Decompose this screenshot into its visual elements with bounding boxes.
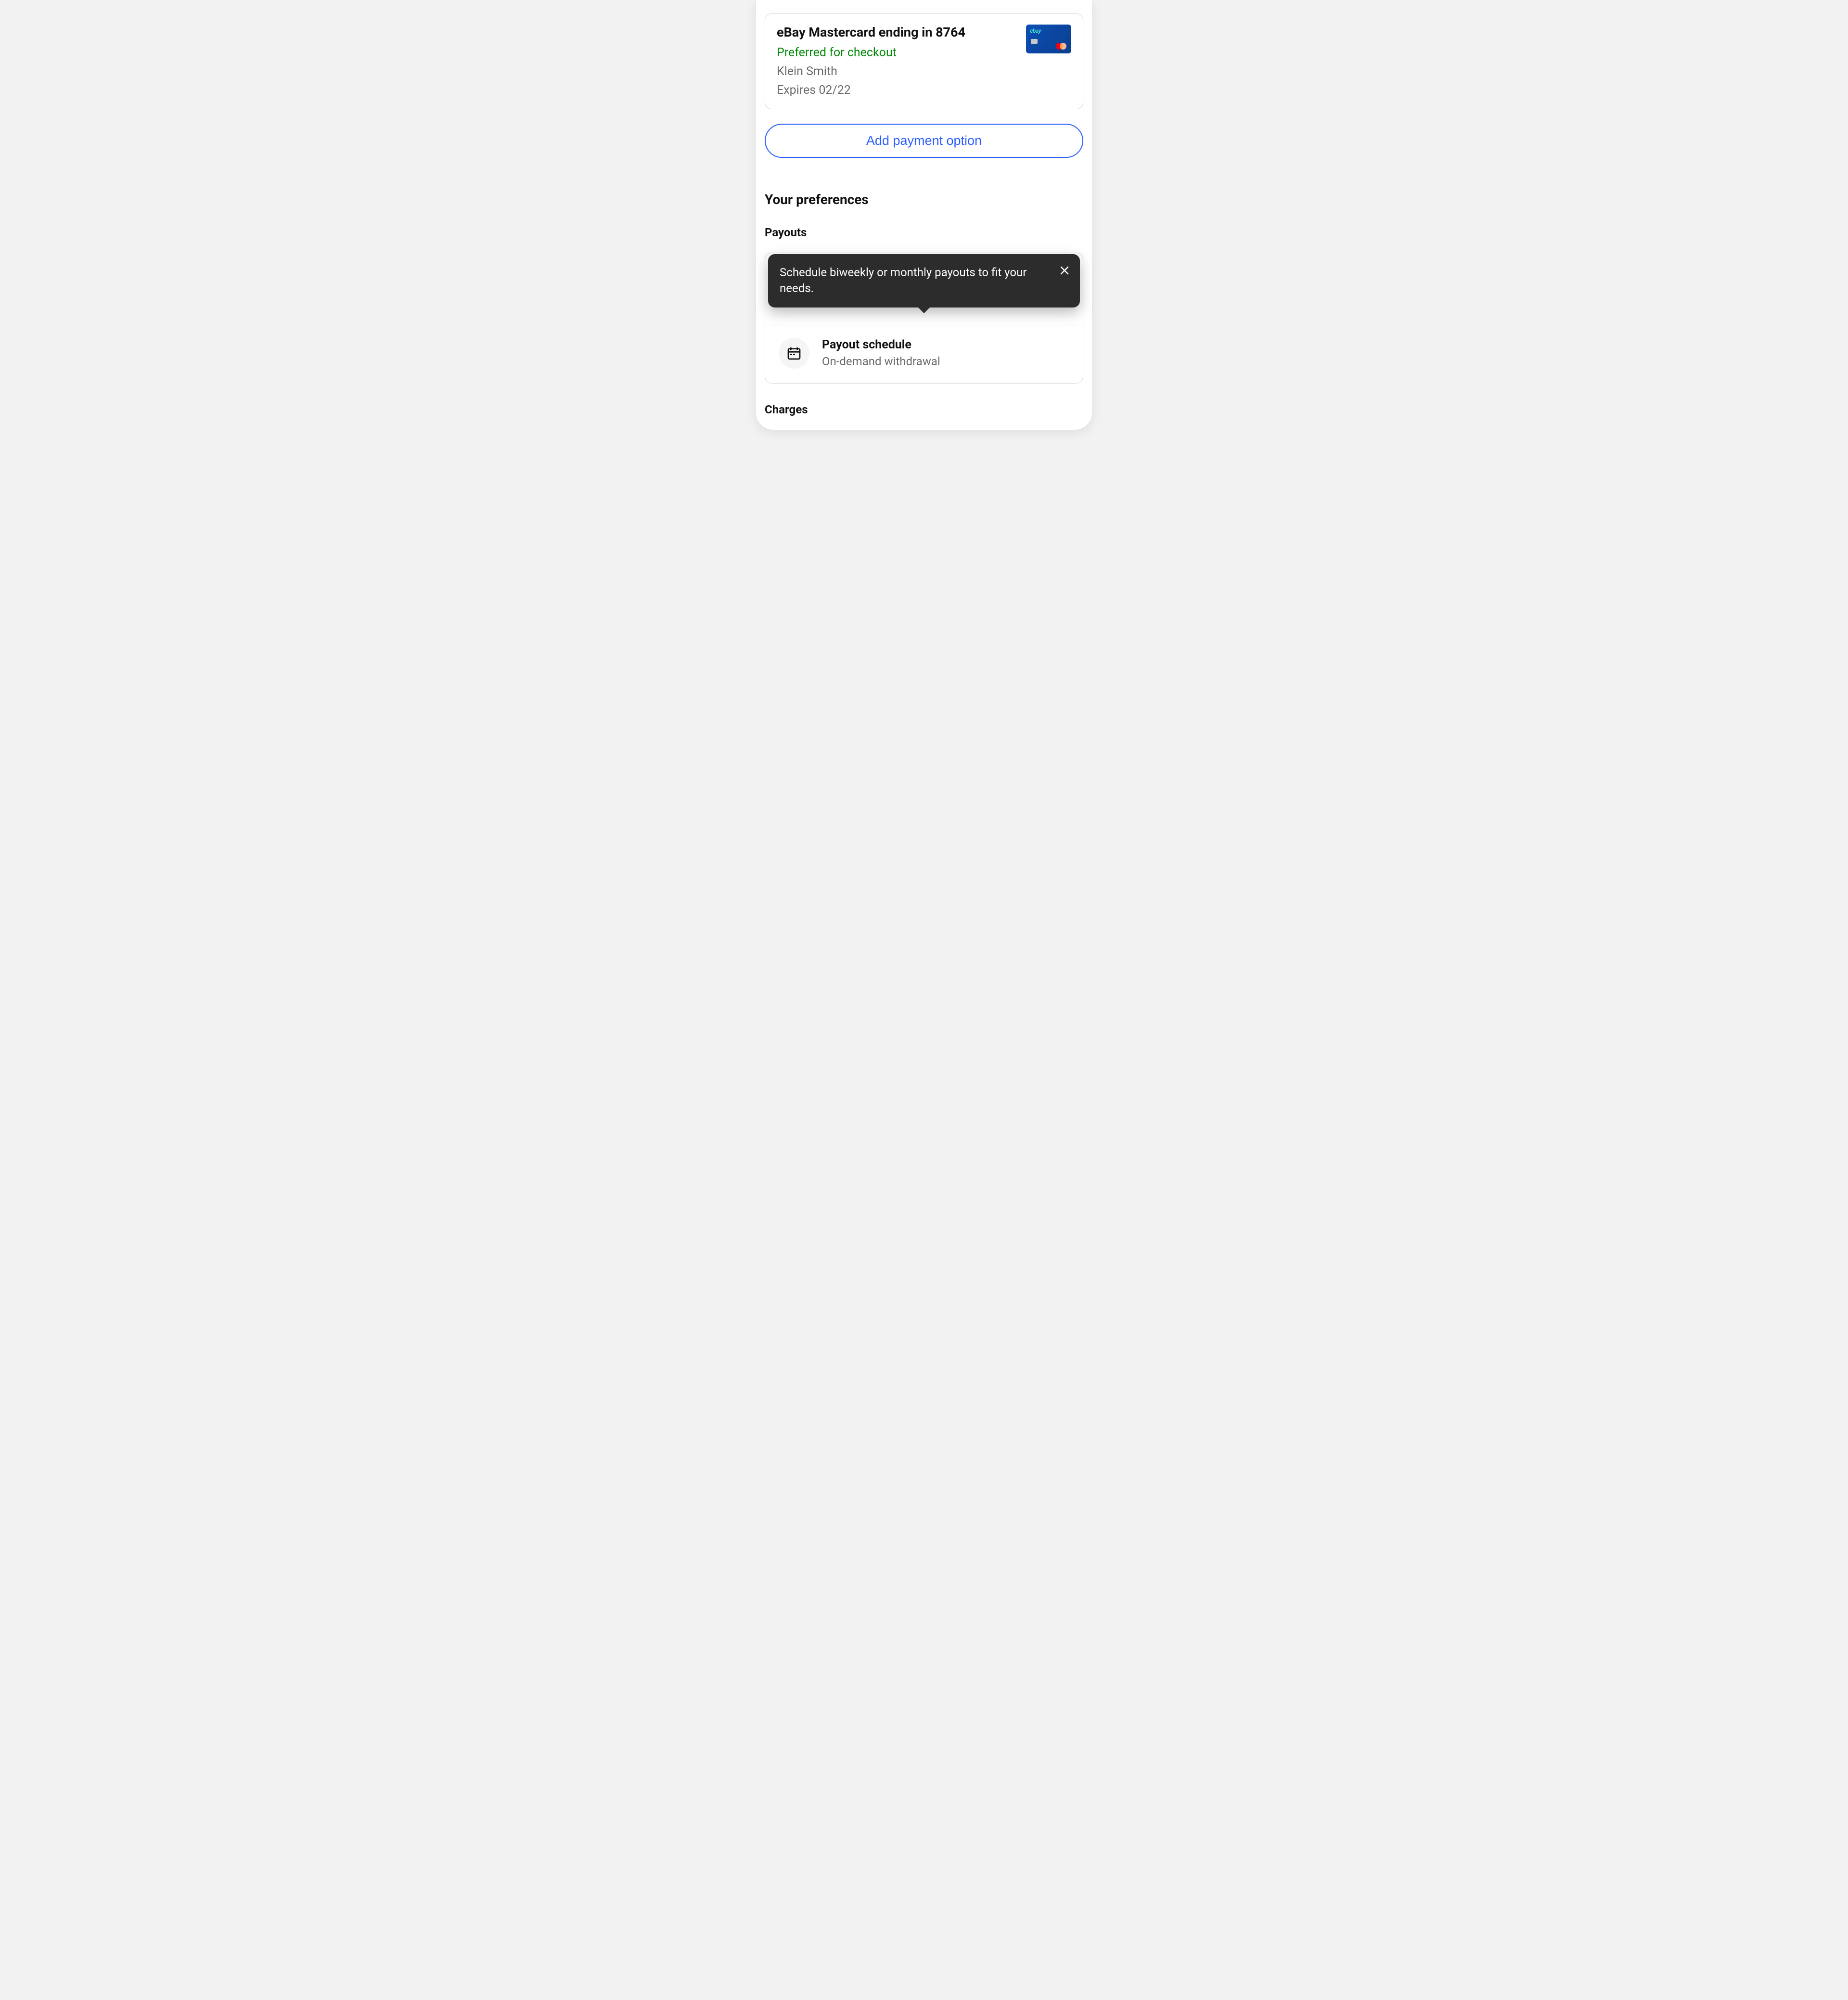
payment-card-preferred: Preferred for checkout — [777, 46, 1018, 60]
card-brand-logo: ebay — [1030, 27, 1041, 34]
payout-schedule-row[interactable]: Payout schedule On-demand withdrawal — [765, 325, 1083, 383]
tooltip-close-button[interactable] — [1056, 262, 1073, 279]
payment-method-info: eBay Mastercard ending in 8764 Preferred… — [777, 25, 1018, 97]
credit-card-icon: ebay — [1026, 25, 1071, 53]
payment-card-expiry: Expires 02/22 — [777, 83, 1018, 97]
mastercard-icon — [1056, 43, 1066, 50]
payout-schedule-title: Payout schedule — [822, 338, 940, 352]
payout-schedule-value: On-demand withdrawal — [822, 355, 940, 368]
payout-schedule-text: Payout schedule On-demand withdrawal — [822, 338, 940, 368]
preferences-heading: Your preferences — [765, 192, 1083, 207]
payment-card-title: eBay Mastercard ending in 8764 — [777, 25, 1018, 41]
close-icon — [1059, 265, 1070, 276]
payout-tooltip: Schedule biweekly or monthly payouts to … — [768, 254, 1080, 308]
card-chip-icon — [1031, 39, 1038, 44]
phone-frame: eBay Mastercard ending in 8764 Preferred… — [756, 0, 1092, 430]
payment-card-holder: Klein Smith — [777, 64, 1018, 78]
payout-card: Schedule biweekly or monthly payouts to … — [765, 253, 1083, 384]
payment-method-card[interactable]: eBay Mastercard ending in 8764 Preferred… — [765, 13, 1083, 109]
calendar-icon — [779, 338, 809, 369]
tooltip-text: Schedule biweekly or monthly payouts to … — [780, 266, 1027, 295]
charges-heading: Charges — [765, 403, 1083, 416]
payouts-heading: Payouts — [765, 226, 1083, 239]
add-payment-button[interactable]: Add payment option — [765, 124, 1083, 158]
